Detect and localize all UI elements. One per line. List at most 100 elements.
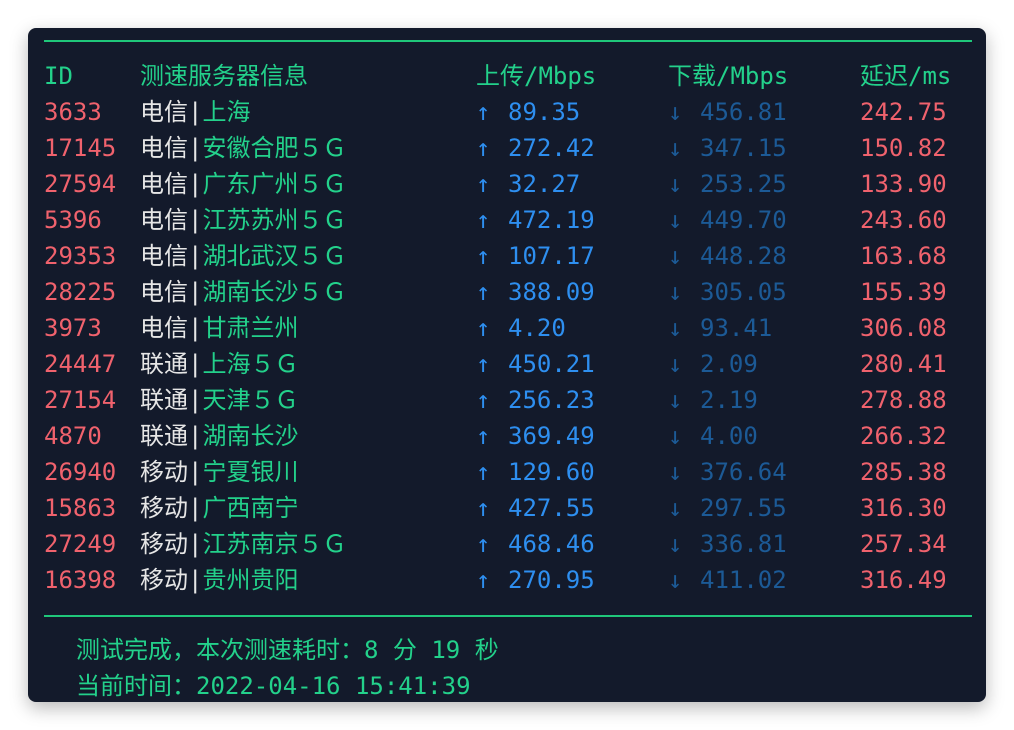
isp-name: 电信 xyxy=(140,98,188,126)
download-cell: ↓ 4.00 xyxy=(668,418,758,454)
isp-name: 电信 xyxy=(140,278,188,306)
upload-cell: ↑ 369.49 xyxy=(476,418,595,454)
server-location: 广西南宁 xyxy=(202,494,299,522)
server-info: 电信|上海 xyxy=(140,94,250,130)
separator: | xyxy=(188,134,203,162)
download-value: 347.15 xyxy=(700,134,787,162)
latency-value: 280.41 xyxy=(860,350,947,378)
server-location: 湖南长沙 xyxy=(202,422,299,450)
server-id: 3633 xyxy=(44,98,102,126)
isp-name: 移动 xyxy=(140,494,188,522)
upload-value: 4.20 xyxy=(508,314,566,342)
download-value: 336.81 xyxy=(700,530,787,558)
server-id: 26940 xyxy=(44,458,117,486)
upload-value: 272.42 xyxy=(508,134,595,162)
latency-value: 306.08 xyxy=(860,314,947,342)
terminal-window[interactable]: ID 测速服务器信息 上传/Mbps 下载/Mbps 延迟/ms 3633 电信|… xyxy=(28,28,986,702)
table-row: 15863 移动|广西南宁 ↑ 427.55 ↓ 297.55 316.30 xyxy=(28,490,986,526)
server-id: 3973 xyxy=(44,314,102,342)
table-row: 29353 电信|湖北武汉５Ｇ ↑ 107.17 ↓ 448.28 163.68 xyxy=(28,238,986,274)
table-row: 3973 电信|甘肃兰州 ↑ 4.20 ↓ 93.41 306.08 xyxy=(28,310,986,346)
upload-value: 89.35 xyxy=(508,98,581,126)
server-id: 27154 xyxy=(44,386,117,414)
down-arrow-icon: ↓ xyxy=(668,350,683,378)
bottom-divider xyxy=(44,615,972,617)
server-id: 28225 xyxy=(44,278,117,306)
separator: | xyxy=(188,98,203,126)
latency-value: 133.90 xyxy=(860,170,947,198)
down-arrow-icon: ↓ xyxy=(668,494,683,522)
separator: | xyxy=(188,278,203,306)
latency-value: 150.82 xyxy=(860,134,947,162)
up-arrow-icon: ↑ xyxy=(476,458,491,486)
download-value: 456.81 xyxy=(700,98,787,126)
table-row: 3633 电信|上海 ↑ 89.35 ↓ 456.81 242.75 xyxy=(28,94,986,130)
server-info: 电信|湖北武汉５Ｇ xyxy=(140,238,346,274)
download-value: 4.00 xyxy=(700,422,758,450)
server-id: 17145 xyxy=(44,134,117,162)
up-arrow-icon: ↑ xyxy=(476,206,491,234)
server-info: 电信|安徽合肥５Ｇ xyxy=(140,130,346,166)
latency-value: 242.75 xyxy=(860,98,947,126)
up-arrow-icon: ↑ xyxy=(476,494,491,522)
up-arrow-icon: ↑ xyxy=(476,566,491,594)
server-location: 广东广州５Ｇ xyxy=(202,170,347,198)
download-value: 2.09 xyxy=(700,350,758,378)
download-value: 305.05 xyxy=(700,278,787,306)
upload-cell: ↑ 472.19 xyxy=(476,202,595,238)
upload-cell: ↑ 270.95 xyxy=(476,562,595,598)
upload-cell: ↑ 388.09 xyxy=(476,274,595,310)
server-location: 江苏南京５Ｇ xyxy=(202,530,347,558)
download-cell: ↓ 253.25 xyxy=(668,166,787,202)
up-arrow-icon: ↑ xyxy=(476,350,491,378)
server-id: 24447 xyxy=(44,350,117,378)
current-time: 当前时间：2022-04-16 15:41:39 xyxy=(76,672,471,700)
server-location: 上海 xyxy=(202,98,251,126)
upload-value: 32.27 xyxy=(508,170,581,198)
separator: | xyxy=(188,350,203,378)
up-arrow-icon: ↑ xyxy=(476,98,491,126)
download-value: 376.64 xyxy=(700,458,787,486)
server-location: 江苏苏州５Ｇ xyxy=(202,206,347,234)
latency-value: 316.30 xyxy=(860,494,947,522)
separator: | xyxy=(188,206,203,234)
download-cell: ↓ 2.09 xyxy=(668,346,758,382)
table-row: 24447 联通|上海５Ｇ ↑ 450.21 ↓ 2.09 280.41 xyxy=(28,346,986,382)
server-location: 湖北武汉５Ｇ xyxy=(202,242,347,270)
isp-name: 电信 xyxy=(140,242,188,270)
isp-name: 电信 xyxy=(140,206,188,234)
server-info: 电信|湖南长沙５Ｇ xyxy=(140,274,346,310)
server-id: 29353 xyxy=(44,242,117,270)
up-arrow-icon: ↑ xyxy=(476,314,491,342)
latency-value: 257.34 xyxy=(860,530,947,558)
server-id: 15863 xyxy=(44,494,117,522)
server-info: 电信|广东广州５Ｇ xyxy=(140,166,346,202)
up-arrow-icon: ↑ xyxy=(476,386,491,414)
separator: | xyxy=(188,422,203,450)
server-info: 移动|贵州贵阳 xyxy=(140,562,298,598)
header-latency: 延迟/ms xyxy=(860,62,952,90)
upload-cell: ↑ 450.21 xyxy=(476,346,595,382)
down-arrow-icon: ↓ xyxy=(668,530,683,558)
table-row: 28225 电信|湖南长沙５Ｇ ↑ 388.09 ↓ 305.05 155.39 xyxy=(28,274,986,310)
table-row: 27594 电信|广东广州５Ｇ ↑ 32.27 ↓ 253.25 133.90 xyxy=(28,166,986,202)
isp-name: 联通 xyxy=(140,386,188,414)
latency-value: 316.49 xyxy=(860,566,947,594)
server-id: 27594 xyxy=(44,170,117,198)
server-location: 安徽合肥５Ｇ xyxy=(202,134,347,162)
up-arrow-icon: ↑ xyxy=(476,530,491,558)
upload-cell: ↑ 256.23 xyxy=(476,382,595,418)
download-cell: ↓ 347.15 xyxy=(668,130,787,166)
download-value: 297.55 xyxy=(700,494,787,522)
header-upload: 上传/Mbps xyxy=(476,62,597,90)
isp-name: 移动 xyxy=(140,530,188,558)
down-arrow-icon: ↓ xyxy=(668,314,683,342)
server-location: 湖南长沙５Ｇ xyxy=(202,278,347,306)
down-arrow-icon: ↓ xyxy=(668,458,683,486)
latency-value: 163.68 xyxy=(860,242,947,270)
upload-value: 256.23 xyxy=(508,386,595,414)
table-row: 27154 联通|天津５Ｇ ↑ 256.23 ↓ 2.19 278.88 xyxy=(28,382,986,418)
completion-message: 测试完成，本次测速耗时：8 分 19 秒 xyxy=(76,636,499,664)
server-location: 天津５Ｇ xyxy=(202,386,299,414)
upload-cell: ↑ 107.17 xyxy=(476,238,595,274)
